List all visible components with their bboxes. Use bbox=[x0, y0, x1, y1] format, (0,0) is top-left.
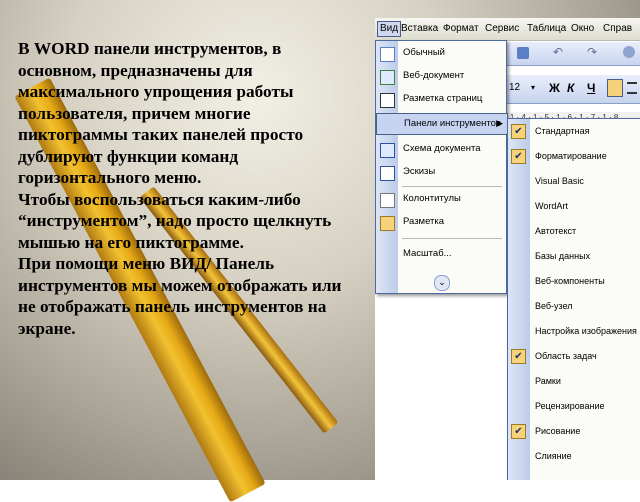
toolbar-option-label: Базы данных bbox=[535, 251, 591, 261]
word-window: Вид Вставка Формат Сервис Таблица Окно С… bbox=[375, 18, 640, 480]
menu-item-web-layout[interactable]: Веб-документ bbox=[376, 66, 506, 88]
toolbar-option-label: Автотекст bbox=[535, 226, 577, 236]
toolbar-option-label: Рамки bbox=[535, 376, 561, 386]
menu-separator bbox=[402, 238, 502, 239]
redo-icon[interactable]: ↷ bbox=[587, 45, 597, 59]
checkmark-icon: ✔ bbox=[511, 349, 526, 364]
help-icon[interactable] bbox=[623, 46, 635, 58]
toolbar-option-label: Настройка изображения bbox=[535, 326, 637, 336]
view-menu: Обычный Веб-документ Разметка страниц Па… bbox=[375, 40, 508, 294]
menu-table[interactable]: Таблица bbox=[527, 22, 566, 36]
web-layout-icon bbox=[380, 70, 395, 85]
formatting-toolbar: 12 ▾ Ж К Ч bbox=[505, 75, 640, 104]
toolbar-option[interactable]: ✔ Рисование bbox=[508, 421, 640, 443]
paragraph-1: В WORD панели инструментов, в основном, … bbox=[18, 39, 304, 187]
align-left-button[interactable] bbox=[607, 79, 623, 97]
align-center-icon[interactable] bbox=[627, 82, 637, 94]
menu-item-page-layout[interactable]: Разметка страниц bbox=[376, 89, 506, 111]
menu-item-document-map[interactable]: Схема документа bbox=[376, 139, 506, 161]
thumbnails-icon bbox=[380, 166, 395, 181]
italic-button[interactable]: К bbox=[567, 81, 574, 95]
menu-tools[interactable]: Сервис bbox=[485, 22, 519, 36]
toolbar-option[interactable]: Веб-компоненты bbox=[508, 271, 640, 293]
menu-item-toolbars[interactable]: Панели инструментов ▶ bbox=[376, 113, 508, 135]
toolbar-option[interactable]: Visual Basic bbox=[508, 171, 640, 193]
menu-item-normal[interactable]: Обычный bbox=[376, 43, 506, 65]
menu-insert[interactable]: Вставка bbox=[401, 22, 438, 36]
toolbar-option-label: Стандартная bbox=[535, 126, 590, 136]
header-footer-icon bbox=[380, 193, 395, 208]
menu-item-header-footer[interactable]: Колонтитулы bbox=[376, 189, 506, 211]
bold-button[interactable]: Ж bbox=[549, 81, 560, 95]
submenu-arrow-icon: ▶ bbox=[496, 118, 503, 128]
document-map-icon bbox=[380, 143, 395, 158]
toolbar-option[interactable]: Веб-узел bbox=[508, 296, 640, 318]
toolbar-option[interactable]: Настройка изображения bbox=[508, 321, 640, 343]
paragraph-3: При помощи меню ВИД/ Панель инструментов… bbox=[18, 254, 342, 338]
checkmark-icon: ✔ bbox=[511, 124, 526, 139]
toolbar-option-label: Visual Basic bbox=[535, 176, 584, 186]
toolbar-option[interactable]: ✔ Стандартная bbox=[508, 121, 640, 143]
page-layout-icon bbox=[380, 93, 395, 108]
toolbar-option-label: Веб-узел bbox=[535, 301, 573, 311]
slide-text: В WORD панели инструментов, в основном, … bbox=[18, 38, 363, 339]
toolbar-option[interactable]: Автотекст bbox=[508, 221, 640, 243]
toolbar-option-label: Веб-компоненты bbox=[535, 276, 605, 286]
checkmark-icon: ✔ bbox=[511, 149, 526, 164]
toolbar-option-label: Слияние bbox=[535, 451, 572, 461]
toolbar-option[interactable]: ✔ Форматирование bbox=[508, 146, 640, 168]
toolbar-option-label: Форматирование bbox=[535, 151, 607, 161]
menu-window[interactable]: Окно bbox=[571, 22, 594, 36]
menu-bar: Вид Вставка Формат Сервис Таблица Окно С… bbox=[375, 18, 640, 41]
toolbar-option[interactable]: WordArt bbox=[508, 196, 640, 218]
toolbar-option-label: Рисование bbox=[535, 426, 581, 436]
toolbar-option[interactable]: ✔ Область задач bbox=[508, 346, 640, 368]
standard-toolbar: ↶ ↷ bbox=[505, 42, 640, 66]
menu-item-markup[interactable]: Разметка bbox=[376, 212, 506, 234]
spell-check-icon[interactable] bbox=[517, 47, 529, 59]
checkmark-icon: ✔ bbox=[511, 424, 526, 439]
menu-format[interactable]: Формат bbox=[443, 22, 479, 36]
toolbar-option[interactable]: Базы данных bbox=[508, 246, 640, 268]
toolbar-option-label: WordArt bbox=[535, 201, 568, 211]
toolbar-option[interactable]: Рамки bbox=[508, 371, 640, 393]
menu-view[interactable]: Вид bbox=[377, 21, 402, 37]
menu-item-zoom[interactable]: Масштаб... bbox=[376, 244, 506, 266]
undo-icon[interactable]: ↶ bbox=[553, 45, 563, 59]
toolbar-option-label: Рецензирование bbox=[535, 401, 605, 411]
toolbars-submenu: ✔ Стандартная ✔ Форматирование Visual Basic W… bbox=[507, 118, 640, 480]
font-size-dropdown-icon[interactable]: ▾ bbox=[531, 83, 535, 92]
markup-icon bbox=[380, 216, 395, 231]
menu-item-thumbnails[interactable]: Эскизы bbox=[376, 162, 506, 184]
font-size-field[interactable]: 12 bbox=[509, 82, 520, 93]
toolbar-option[interactable]: Рецензирование bbox=[508, 396, 640, 418]
menu-separator bbox=[402, 186, 502, 187]
expand-menu-icon[interactable]: ⌄ bbox=[434, 275, 450, 291]
toolbar-option-label: Область задач bbox=[535, 351, 597, 361]
underline-button[interactable]: Ч bbox=[587, 81, 595, 95]
toolbar-option[interactable]: Слияние bbox=[508, 446, 640, 468]
paragraph-2: Чтобы воспользоваться каким-либо “инстру… bbox=[18, 189, 332, 252]
menu-help[interactable]: Справ bbox=[603, 22, 632, 36]
normal-view-icon bbox=[380, 47, 395, 62]
